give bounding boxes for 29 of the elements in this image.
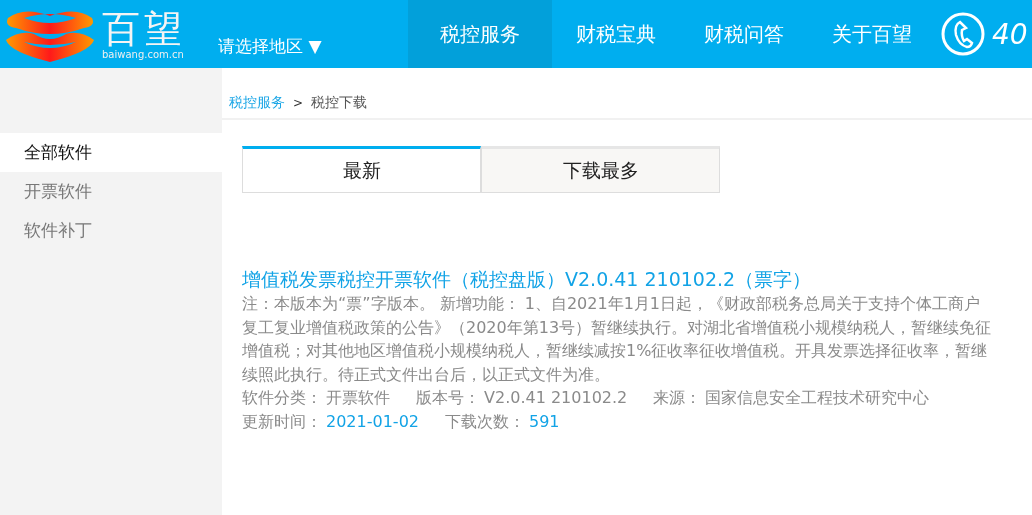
field-value: V2.0.41 210102.2 bbox=[484, 388, 628, 407]
description-text: 注：本版本为“票”字版本。 新增功能： 1、自2021年1月1日起，《财政部税务总局关于支持个体工商户复工复业增值税政策的公告》（2020年第13号）暂继续执行。对湖北省增值税小规模纳税人，暂继续免征增值税；对其他地区增值税小规模纳税人，暂继续减按1%征收率征收增值税。开具发票选择征收率，暂继续照此执行。待正式文件出台后，以正式文件为准。 bbox=[242, 293, 992, 386]
field-value: 591 bbox=[529, 411, 560, 431]
tab[interactable]: 下载最多 bbox=[481, 146, 720, 192]
logo-domain: baiwang.com.cn bbox=[102, 48, 184, 60]
nav-tab[interactable]: 财税问答 bbox=[680, 0, 808, 68]
field-label: 来源： bbox=[653, 388, 702, 407]
field-label: 软件分类： bbox=[242, 388, 322, 407]
tab[interactable]: 最新 bbox=[242, 146, 481, 192]
field-value: 国家信息安全工程技术研究中心 bbox=[705, 388, 930, 407]
sidebar-item[interactable]: 开票软件 bbox=[0, 172, 222, 211]
field-value: 2021-01-02 bbox=[326, 411, 419, 431]
nav-tab[interactable]: 财税宝典 bbox=[552, 0, 680, 68]
field-label: 更新时间： bbox=[242, 411, 322, 431]
logo-text: 百望 bbox=[102, 8, 186, 49]
sidebar-item[interactable]: 全部软件 bbox=[0, 133, 222, 172]
field-label: 下载次数： bbox=[445, 411, 525, 431]
field-label: 版本号： bbox=[416, 388, 480, 407]
breadcrumb-link[interactable]: 税控服务 bbox=[229, 94, 285, 112]
breadcrumb-separator: > bbox=[293, 96, 304, 110]
phone-icon bbox=[940, 11, 986, 57]
sidebar-item[interactable]: 软件补丁 bbox=[0, 211, 222, 250]
nav-tab[interactable]: 关于百望 bbox=[808, 0, 936, 68]
field-value: 开票软件 bbox=[326, 388, 390, 407]
phone-number: 40 bbox=[992, 17, 1028, 51]
region-selector[interactable]: 请选择地区 ▼ bbox=[218, 36, 322, 56]
nav-tab[interactable]: 税控服务 bbox=[408, 0, 552, 68]
software-title-link[interactable]: 增值税发票税控开票软件（税控盘版）V2.0.41 210102.2（票字） bbox=[242, 266, 992, 292]
breadcrumb-current: 税控下载 bbox=[311, 94, 368, 112]
